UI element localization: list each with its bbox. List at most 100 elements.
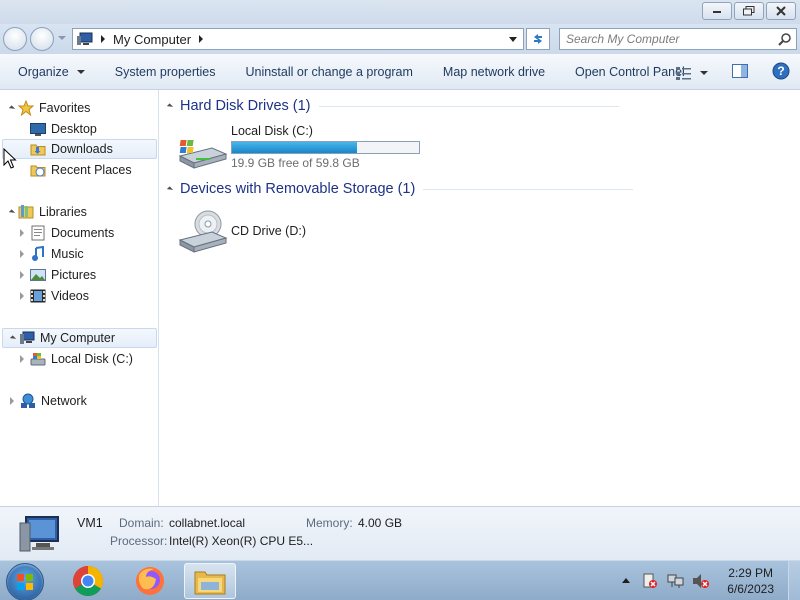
nav-pictures[interactable]: Pictures [20,265,96,285]
nav-libraries-label: Libraries [39,205,87,219]
chevron-down-icon [76,69,85,74]
collapse-icon[interactable] [8,104,16,112]
nav-documents-label: Documents [51,226,115,240]
group-divider [318,105,619,107]
nav-recent-places[interactable]: Recent Places [30,160,132,180]
map-network-drive-button[interactable]: Map network drive [428,58,560,86]
music-icon [32,246,44,261]
windows-logo-icon [17,574,33,590]
organize-label: Organize [18,64,69,79]
taskbar-explorer[interactable] [184,563,236,599]
downloads-folder-icon [30,144,46,156]
domain-label: Domain: [119,516,164,530]
address-bar[interactable]: My Computer [72,28,524,50]
address-row: My Computer [0,24,800,54]
volume-muted-icon[interactable] [692,573,710,589]
uninstall-program-button[interactable]: Uninstall or change a program [230,58,427,86]
computer-icon [20,331,35,344]
recent-pages-dropdown[interactable] [58,36,66,40]
taskbar: 2:29 PM 6/6/2023 [0,560,800,600]
star-icon [18,100,34,116]
chrome-icon [72,566,104,597]
nav-downloads[interactable]: Downloads [2,139,157,159]
organize-button[interactable]: Organize [0,58,100,86]
libraries-icon [18,205,34,219]
breadcrumb-my-computer[interactable]: My Computer [113,32,191,47]
group-header-hard-disk-drives[interactable]: Hard Disk Drives (1) [166,98,619,114]
nav-local-disk-label: Local Disk (C:) [51,352,133,366]
back-button[interactable] [3,27,27,51]
forward-button[interactable] [30,27,54,51]
collapse-icon[interactable] [166,185,174,193]
nav-videos-label: Videos [51,289,89,303]
expand-icon[interactable] [20,292,24,300]
help-button[interactable]: ? [772,62,790,83]
nav-favorites-label: Favorites [39,101,91,115]
desktop-icon [30,123,46,136]
search-input[interactable] [566,32,766,46]
search-icon[interactable] [778,32,792,46]
drive-c[interactable]: Local Disk (C:) 19.9 GB free of 59.8 GB [178,124,420,170]
videos-icon [30,289,46,303]
address-history-dropdown[interactable] [509,37,517,42]
title-bar [0,0,800,24]
collapse-icon[interactable] [166,102,174,110]
nav-network-label: Network [41,394,87,408]
clock[interactable]: 2:29 PM 6/6/2023 [727,565,774,597]
group-header-removable-storage[interactable]: Devices with Removable Storage (1) [166,181,634,197]
processor-label: Processor: [110,534,168,548]
view-options-button[interactable] [676,66,708,80]
restore-button[interactable] [734,2,764,20]
domain-value: collabnet.local [169,516,246,530]
memory-value: 4.00 GB [358,516,403,530]
expand-icon[interactable] [10,397,14,405]
expand-icon[interactable] [20,271,24,279]
breadcrumb-chevron-icon[interactable] [199,35,204,43]
taskbar-firefox[interactable] [124,563,176,599]
documents-icon [31,225,45,241]
taskbar-chrome[interactable] [62,563,114,599]
drive-d[interactable]: CD Drive (D:) [178,208,306,254]
minimize-button[interactable] [702,2,732,20]
clock-time: 2:29 PM [728,566,773,580]
nav-local-disk[interactable]: Local Disk (C:) [20,349,133,369]
content-pane: Hard Disk Drives (1) Local Disk (C:) 19.… [160,90,800,506]
restore-icon [743,6,755,16]
nav-network[interactable]: Network [10,391,87,411]
nav-desktop[interactable]: Desktop [30,119,97,139]
minimize-icon [713,11,721,13]
collapse-icon[interactable] [9,334,17,342]
refresh-button[interactable] [526,28,550,50]
drive-d-name: CD Drive (D:) [231,224,306,238]
system-properties-button[interactable]: System properties [100,58,231,86]
nav-documents[interactable]: Documents [20,223,114,243]
firefox-icon [136,567,164,595]
help-icon: ? [772,62,790,80]
nav-videos[interactable]: Videos [20,286,89,306]
clock-date: 6/6/2023 [727,582,774,596]
cd-drive-icon [178,210,228,253]
expand-icon[interactable] [20,250,24,258]
action-center-icon[interactable] [642,573,658,589]
drive-c-usage-fill [232,142,357,153]
view-list-icon [676,66,691,80]
pictures-icon [30,269,46,281]
nav-libraries[interactable]: Libraries [8,202,87,222]
start-button[interactable] [6,563,44,600]
close-button[interactable] [766,2,796,20]
show-hidden-icons-icon[interactable] [621,576,631,584]
nav-music[interactable]: Music [20,244,84,264]
preview-pane-button[interactable] [732,64,748,81]
expand-icon[interactable] [20,229,24,237]
nav-my-computer-label: My Computer [40,331,116,345]
drive-c-free-space: 19.9 GB free of 59.8 GB [231,156,360,170]
hard-drive-icon [178,140,228,169]
computer-icon [77,32,93,45]
nav-my-computer[interactable]: My Computer [2,328,157,348]
show-desktop-button[interactable] [788,561,800,600]
search-box[interactable] [559,28,797,50]
network-status-icon[interactable] [667,573,685,589]
collapse-icon[interactable] [8,208,16,216]
expand-icon[interactable] [20,355,24,363]
nav-favorites[interactable]: Favorites [8,98,91,118]
